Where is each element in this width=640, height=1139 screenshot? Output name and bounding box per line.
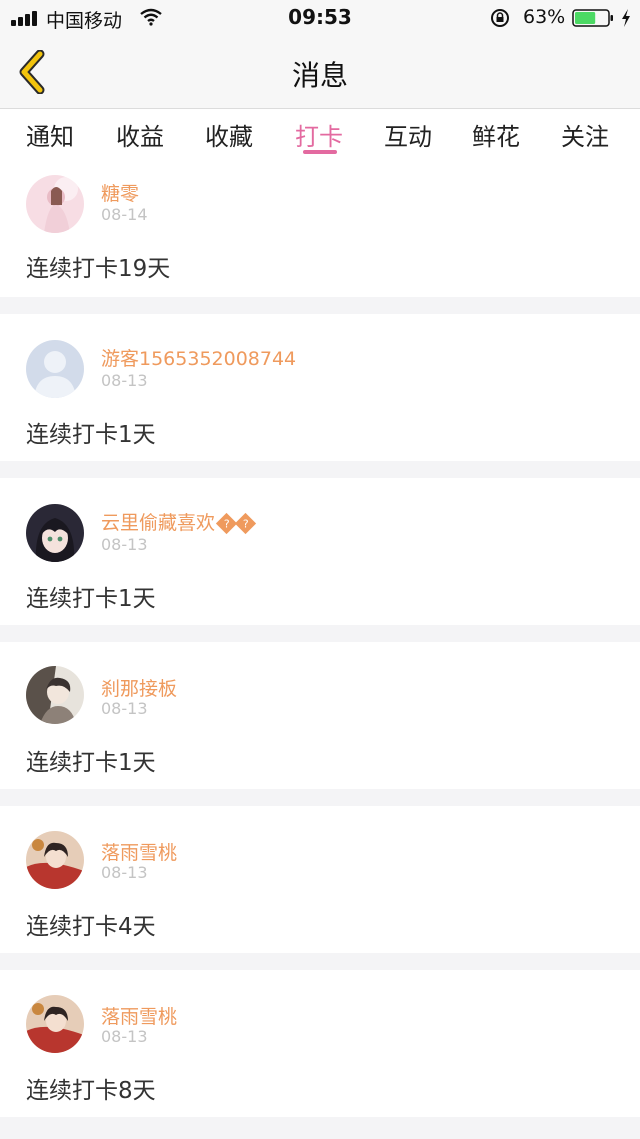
message-date: 08-13 <box>101 863 148 882</box>
message-date: 08-13 <box>101 1027 148 1046</box>
tab-earnings[interactable]: 收益 <box>116 117 164 152</box>
message-date: 08-14 <box>101 205 148 224</box>
charging-icon <box>622 9 630 27</box>
list-item[interactable]: 游客1565352008744 08-13 连续打卡1天 <box>0 314 640 461</box>
battery-icon <box>572 9 613 27</box>
tab-flowers[interactable]: 鲜花 <box>472 117 520 152</box>
message-date: 08-13 <box>101 371 148 390</box>
tab-interactions[interactable]: 互动 <box>384 117 432 152</box>
list-item[interactable]: 云里偷藏喜欢?? 08-13 连续打卡1天 <box>0 478 640 625</box>
list-item[interactable]: 落雨雪桃 08-13 连续打卡4天 <box>0 806 640 953</box>
unknown-char-icon: ? <box>234 512 257 535</box>
tab-checkin[interactable]: 打卡 <box>295 117 343 152</box>
username[interactable]: 云里偷藏喜欢?? <box>101 508 257 535</box>
status-bar: 中国移动 09:53 63% <box>0 0 640 36</box>
avatar[interactable] <box>26 175 84 233</box>
tab-active-indicator <box>303 150 337 154</box>
tab-bar: 通知 收益 收藏 打卡 互动 鲜花 关注 <box>0 109 640 160</box>
message-text: 连续打卡1天 <box>26 750 156 776</box>
message-text: 连续打卡8天 <box>26 1078 156 1104</box>
message-date: 08-13 <box>101 535 148 554</box>
tab-favorites[interactable]: 收藏 <box>205 117 253 152</box>
default-avatar-icon[interactable] <box>26 340 84 398</box>
list-item[interactable]: 刹那接板 08-13 连续打卡1天 <box>0 642 640 789</box>
page-title: 消息 <box>291 59 348 92</box>
username[interactable]: 落雨雪桃 <box>101 1002 177 1029</box>
avatar[interactable] <box>26 666 84 724</box>
message-text: 连续打卡1天 <box>26 422 156 448</box>
list-item[interactable]: 落雨雪桃 08-13 连续打卡8天 <box>0 970 640 1117</box>
message-text: 连续打卡4天 <box>26 914 156 940</box>
message-text: 连续打卡19天 <box>26 256 171 282</box>
battery-percent: 63% <box>523 6 566 28</box>
avatar[interactable] <box>26 831 84 889</box>
avatar[interactable] <box>26 504 84 562</box>
nav-bar: 消息 <box>0 36 640 109</box>
message-text: 连续打卡1天 <box>26 586 156 612</box>
avatar[interactable] <box>26 995 84 1053</box>
message-date: 08-13 <box>101 699 148 718</box>
list-item[interactable]: 糖零 08-14 连续打卡19天 <box>0 160 640 297</box>
username[interactable]: 糖零 <box>101 179 139 206</box>
rotation-lock-icon <box>491 9 509 27</box>
username[interactable]: 刹那接板 <box>101 674 177 701</box>
username[interactable]: 游客1565352008744 <box>101 344 296 371</box>
username[interactable]: 落雨雪桃 <box>101 838 177 865</box>
tab-following[interactable]: 关注 <box>561 117 609 152</box>
tab-notifications[interactable]: 通知 <box>26 117 74 152</box>
